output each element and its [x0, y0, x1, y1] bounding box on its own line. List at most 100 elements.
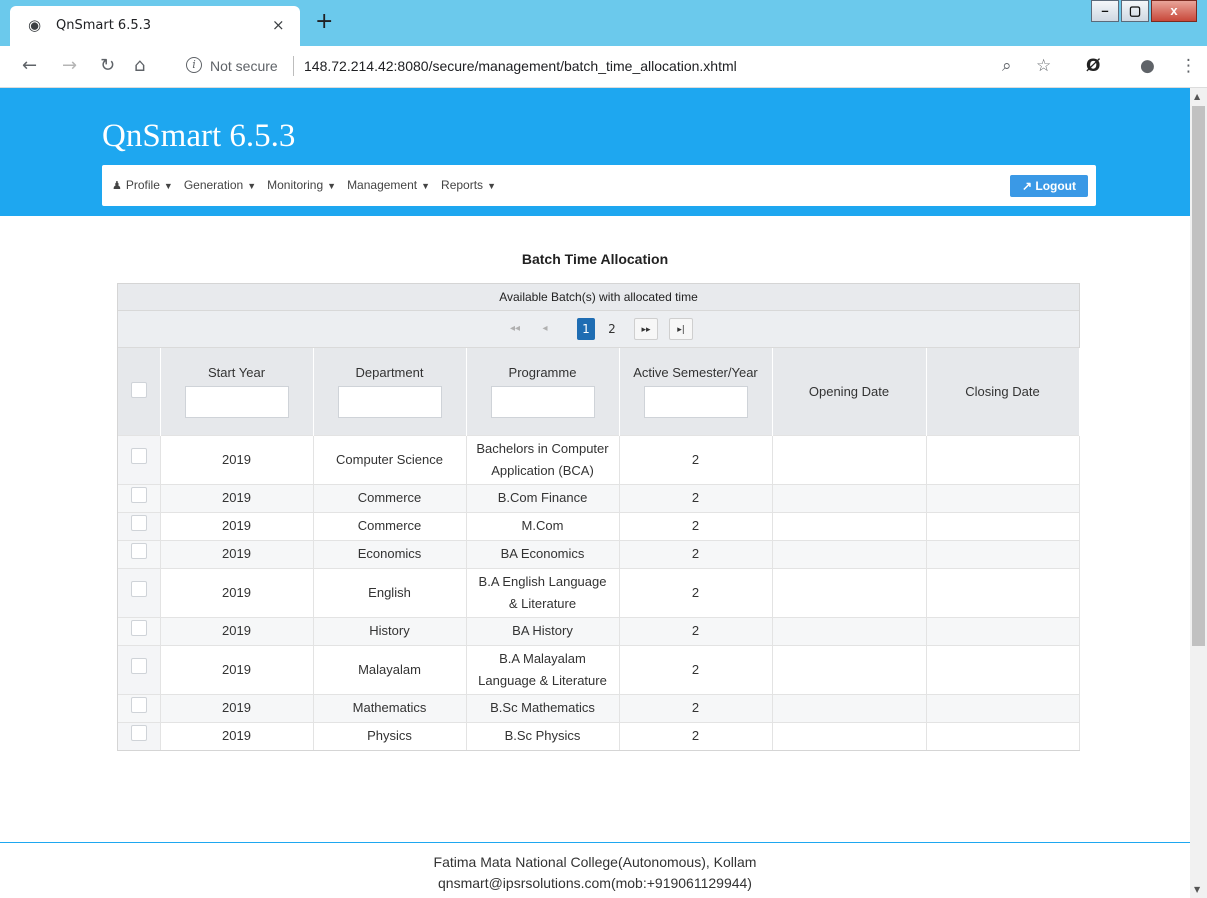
- row-checkbox[interactable]: [130, 542, 147, 559]
- cell-start-year: 2019: [160, 721, 314, 750]
- table-row[interactable]: 2019 English B.A English Language & Litera…: [118, 567, 1080, 617]
- row-select-cell: [118, 567, 161, 617]
- row-checkbox[interactable]: [130, 581, 147, 597]
- table-row[interactable]: 2019 Malayalam B.A Malayalam Language & Li…: [118, 644, 1080, 694]
- extension-icon[interactable]: Ø: [1086, 56, 1100, 76]
- table-row[interactable]: 2019 Commerce B.Com Finance 2: [118, 483, 1080, 512]
- paginator: ◂◂ ◂ 1 2 ▸▸ ▸|: [118, 311, 1079, 348]
- close-window-button[interactable]: x: [1151, 0, 1197, 22]
- logout-button[interactable]: ↗ Logout: [1010, 175, 1088, 197]
- menu-profile[interactable]: ♟ Profile ▼: [112, 178, 173, 192]
- cell-department: Mathematics: [313, 693, 467, 722]
- cell-opening-date: [772, 644, 927, 694]
- col-programme[interactable]: Programme: [466, 348, 620, 435]
- row-checkbox[interactable]: [130, 619, 147, 636]
- first-page-icon[interactable]: ◂◂: [506, 318, 524, 340]
- app-header: QnSmart 6.5.3 ♟ Profile ▼ Generation ▼ Moni…: [0, 88, 1190, 216]
- cell-start-year: 2019: [160, 434, 314, 484]
- profile-icon[interactable]: ●: [1140, 56, 1155, 76]
- url-separator: [293, 56, 294, 76]
- menu-reports[interactable]: Reports ▼: [441, 178, 496, 192]
- department-filter[interactable]: [337, 385, 442, 418]
- page-title: Batch Time Allocation: [521, 251, 669, 267]
- programme-filter[interactable]: [490, 385, 595, 418]
- cell-start-year: 2019: [160, 483, 314, 512]
- last-page-icon[interactable]: ▸|: [669, 318, 693, 340]
- scroll-down-icon[interactable]: ▼: [1194, 885, 1200, 894]
- back-icon[interactable]: ←: [22, 55, 37, 76]
- address-bar[interactable]: i Not secure 148.72.214.42:8080/secure/m…: [180, 51, 1080, 83]
- row-checkbox[interactable]: [130, 658, 147, 674]
- row-checkbox[interactable]: [130, 486, 147, 503]
- menu-management[interactable]: Management ▼: [347, 178, 430, 192]
- restore-button[interactable]: ▢: [1121, 0, 1149, 22]
- zoom-icon[interactable]: ⌕: [1002, 56, 1012, 76]
- caret-down-icon: ▼: [421, 181, 431, 191]
- cell-active-sem: 2: [619, 721, 773, 750]
- cell-closing-date: [926, 511, 1080, 540]
- menu-icon[interactable]: ⋮: [1180, 56, 1197, 76]
- col-opening-date: Opening Date: [772, 348, 927, 435]
- app-title: QnSmart 6.5.3: [102, 118, 296, 154]
- row-checkbox[interactable]: [130, 448, 147, 464]
- bookmark-star-icon[interactable]: ☆: [1036, 56, 1051, 76]
- prev-page-icon[interactable]: ◂: [536, 318, 554, 340]
- table-row[interactable]: 2019 Economics BA Economics 2: [118, 539, 1080, 568]
- cell-programme: B.A Malayalam Language & Literature: [466, 644, 620, 694]
- url-text[interactable]: 148.72.214.42:8080/secure/management/bat…: [304, 58, 737, 74]
- col-department[interactable]: Department: [313, 348, 467, 435]
- cell-closing-date: [926, 644, 1080, 694]
- page-scrollbar[interactable]: ▲ ▼: [1190, 88, 1207, 898]
- col-active-semester[interactable]: Active Semester/Year: [619, 348, 773, 435]
- start-year-filter[interactable]: [184, 385, 289, 418]
- row-checkbox[interactable]: [130, 514, 147, 531]
- cell-closing-date: [926, 434, 1080, 484]
- row-select-cell: [118, 511, 161, 540]
- table-row[interactable]: 2019 History BA History 2: [118, 616, 1080, 645]
- select-all-checkbox[interactable]: [130, 381, 147, 398]
- cell-closing-date: [926, 539, 1080, 568]
- cell-active-sem: 2: [619, 434, 773, 484]
- new-tab-button[interactable]: +: [315, 9, 333, 34]
- browser-tab[interactable]: ◉ QnSmart 6.5.3 ×: [10, 6, 300, 46]
- select-all-header: [118, 348, 161, 435]
- table-row[interactable]: 2019 Computer Science Bachelors in Compute…: [118, 434, 1080, 484]
- home-icon[interactable]: ⌂: [134, 55, 145, 76]
- cell-programme: BA History: [466, 616, 620, 645]
- caret-down-icon: ▼: [163, 181, 173, 191]
- batch-datatable: Available Batch(s) with allocated time ◂…: [117, 283, 1080, 751]
- table-row[interactable]: 2019 Commerce M.Com 2: [118, 511, 1080, 540]
- next-page-icon[interactable]: ▸▸: [634, 318, 658, 340]
- page-footer: Fatima Mata National College(Autonomous)…: [0, 842, 1190, 898]
- reload-icon[interactable]: ↻: [100, 55, 115, 76]
- menu-monitoring[interactable]: Monitoring ▼: [267, 178, 336, 192]
- cell-department: Commerce: [313, 511, 467, 540]
- row-select-cell: [118, 616, 161, 645]
- page-2-button[interactable]: 2: [603, 318, 621, 340]
- row-checkbox[interactable]: [130, 724, 147, 741]
- cell-start-year: 2019: [160, 616, 314, 645]
- cell-department: Commerce: [313, 483, 467, 512]
- scroll-up-icon[interactable]: ▲: [1194, 92, 1200, 101]
- cell-closing-date: [926, 693, 1080, 722]
- table-row[interactable]: 2019 Physics B.Sc Physics 2: [118, 721, 1080, 750]
- cell-programme: B.Sc Physics: [466, 721, 620, 750]
- cell-closing-date: [926, 616, 1080, 645]
- table-row[interactable]: 2019 Mathematics B.Sc Mathematics 2: [118, 693, 1080, 722]
- forward-icon[interactable]: →: [62, 55, 77, 76]
- cell-programme: BA Economics: [466, 539, 620, 568]
- cell-active-sem: 2: [619, 644, 773, 694]
- cell-programme: M.Com: [466, 511, 620, 540]
- row-checkbox[interactable]: [130, 696, 147, 713]
- scroll-thumb[interactable]: [1192, 106, 1205, 646]
- minimize-button[interactable]: –: [1091, 0, 1119, 22]
- cell-opening-date: [772, 483, 927, 512]
- col-start-year[interactable]: Start Year: [160, 348, 314, 435]
- cell-start-year: 2019: [160, 567, 314, 617]
- info-icon[interactable]: i: [186, 57, 202, 73]
- active-semester-filter[interactable]: [643, 385, 748, 418]
- menu-generation[interactable]: Generation ▼: [184, 178, 256, 192]
- cell-programme: Bachelors in Computer Application (BCA): [466, 434, 620, 484]
- close-tab-icon[interactable]: ×: [272, 16, 285, 34]
- page-1-button[interactable]: 1: [577, 318, 595, 340]
